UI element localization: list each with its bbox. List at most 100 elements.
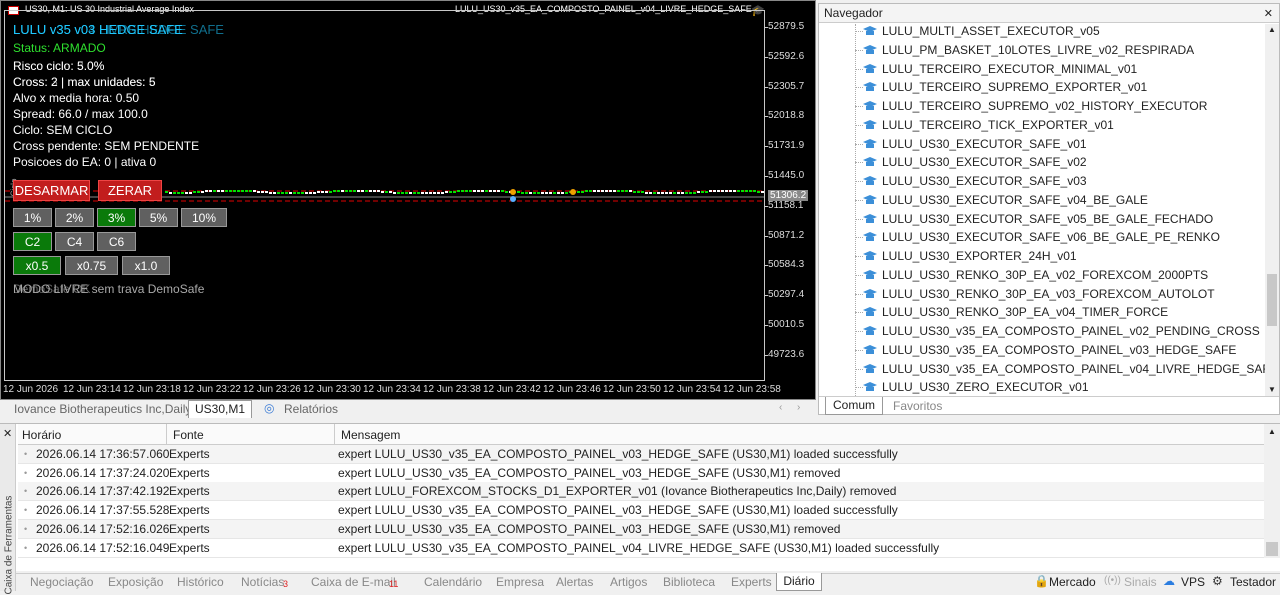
navigator-item[interactable]: LULU_US30_v35_EA_COMPOSTO_PAINEL_v02_PEN… — [855, 322, 1260, 341]
tab-scroll-right-icon[interactable]: › — [797, 402, 800, 413]
log-row[interactable]: • 2026.06.14 17:37:42.192 Experts expert LU… — [18, 482, 1264, 502]
panel-mode-overlap: DemoSafe OK — [13, 282, 91, 296]
navigator-item[interactable]: LULU_US30_v35_EA_COMPOSTO_PAINEL_v03_HED… — [855, 341, 1236, 360]
tab-experts[interactable]: Experts — [731, 575, 772, 589]
log-row[interactable]: • 2026.06.14 17:52:16.026 Experts expert LU… — [18, 519, 1264, 539]
navigator-item[interactable]: LULU_TERCEIRO_SUPREMO_v02_HISTORY_EXECUT… — [855, 97, 1207, 116]
tab-biblioteca[interactable]: Biblioteca — [663, 575, 715, 589]
candle — [545, 192, 548, 194]
log-scrollbar[interactable]: ▲ — [1264, 424, 1280, 558]
candle — [541, 192, 544, 194]
tab-exposicao[interactable]: Exposição — [108, 575, 163, 589]
log-scroll-thumb[interactable] — [1266, 542, 1278, 556]
navigator-item[interactable]: LULU_TERCEIRO_EXECUTOR_MINIMAL_v01 — [855, 60, 1137, 79]
navigator-item[interactable]: LULU_MULTI_ASSET_EXECUTOR_v05 — [855, 22, 1100, 41]
tab-calendario[interactable]: Calendário — [424, 575, 482, 589]
expert-hat-icon — [863, 305, 877, 317]
zero-button[interactable]: ZERAR — [98, 180, 162, 201]
candle — [673, 192, 676, 194]
status-tester[interactable]: Testador — [1230, 575, 1276, 589]
mult-x10-button[interactable]: x1.0 — [122, 256, 170, 275]
risk-1-button[interactable]: 1% — [13, 208, 52, 227]
col-time[interactable]: Horário — [22, 428, 61, 442]
tab-noticias[interactable]: Notícias — [241, 575, 284, 589]
time-label: 12 Jun 23:50 — [603, 384, 661, 395]
mult-x075-button[interactable]: x0.75 — [65, 256, 118, 275]
status-market[interactable]: Mercado — [1049, 575, 1096, 589]
navigator-item[interactable]: LULU_US30_RENKO_30P_EA_v04_TIMER_FORCE — [855, 303, 1168, 322]
navigator-item[interactable]: LULU_US30_EXECUTOR_SAFE_v05_BE_GALE_FECH… — [855, 210, 1213, 229]
col-message[interactable]: Mensagem — [334, 424, 400, 445]
candle — [561, 192, 564, 194]
candle — [377, 190, 380, 192]
log-row[interactable]: • 2026.06.14 17:37:24.020 Experts expert LU… — [18, 463, 1264, 483]
scroll-up-icon[interactable]: ▲ — [1268, 25, 1276, 34]
navigator-item[interactable]: LULU_TERCEIRO_TICK_EXPORTER_v01 — [855, 116, 1114, 135]
status-vps[interactable]: VPS — [1181, 575, 1205, 589]
navigator-close-icon[interactable]: ✕ — [1264, 5, 1273, 23]
candle — [225, 190, 228, 192]
tab-comum[interactable]: Comum — [825, 397, 883, 415]
tab-mail[interactable]: Caixa de E-mail — [311, 575, 396, 589]
cross-c2-button[interactable]: C2 — [13, 232, 52, 251]
log-row[interactable]: • 2026.06.14 17:36:57.060 Experts expert LU… — [18, 445, 1264, 464]
tab-scroll-left-icon[interactable]: ‹ — [779, 402, 782, 413]
candle — [689, 192, 692, 194]
risk-3-button[interactable]: 3% — [97, 208, 136, 227]
tab-us30-m1[interactable]: US30,M1 — [188, 400, 252, 418]
price-label: 52305.7 — [768, 80, 805, 92]
mult-x05-button[interactable]: x0.5 — [13, 256, 61, 275]
chart-window[interactable]: US30, M1: US 30 Industrial Average Index… — [0, 0, 816, 400]
tab-alertas[interactable]: Alertas — [556, 575, 593, 589]
risk-2-button[interactable]: 2% — [55, 208, 94, 227]
candle — [193, 191, 196, 193]
tab-favoritos[interactable]: Favoritos — [893, 399, 942, 413]
candle — [229, 190, 232, 192]
navigator-item[interactable]: LULU_US30_ZERO_EXECUTOR_v01 — [855, 378, 1089, 397]
navigator-item[interactable]: LULU_US30_EXECUTOR_SAFE_v01 — [855, 135, 1087, 154]
navigator-item[interactable]: LULU_US30_EXPORTER_24H_v01 — [855, 247, 1077, 266]
candle — [553, 192, 556, 194]
col-source[interactable]: Fonte — [166, 424, 204, 445]
cross-c4-button[interactable]: C4 — [55, 232, 94, 251]
toolbox-close-icon[interactable]: ✕ — [3, 427, 12, 440]
tab-iovance-daily[interactable]: Iovance Biotherapeutics Inc,Daily — [14, 402, 191, 416]
disarm-button[interactable]: DESARMAR — [13, 180, 90, 201]
tab-empresa[interactable]: Empresa — [496, 575, 544, 589]
candle — [525, 192, 528, 194]
tree-line — [855, 24, 856, 396]
navigator-item[interactable]: LULU_US30_RENKO_30P_EA_v02_FOREXCOM_2000… — [855, 266, 1208, 285]
log-row[interactable]: • 2026.06.14 17:37:55.528 Experts expert LU… — [18, 501, 1264, 521]
navigator-item[interactable]: LULU_US30_EXECUTOR_SAFE_v04_BE_GALE — [855, 191, 1148, 210]
navigator-item[interactable]: LULU_US30_EXECUTOR_SAFE_v03 — [855, 172, 1087, 191]
tab-reports[interactable]: Relatórios — [284, 402, 338, 416]
candle — [297, 192, 300, 194]
log-scroll-up-icon[interactable]: ▲ — [1268, 427, 1276, 436]
risk-10-button[interactable]: 10% — [181, 208, 227, 227]
navigator-item[interactable]: LULU_TERCEIRO_SUPREMO_EXPORTER_v01 — [855, 78, 1147, 97]
navigator-item[interactable]: LULU_PM_BASKET_10LOTES_LIVRE_v02_RESPIRA… — [855, 41, 1194, 60]
candle — [341, 190, 344, 192]
candle — [245, 190, 248, 192]
tab-negociacao[interactable]: Negociação — [30, 575, 93, 589]
status-signals[interactable]: Sinais — [1124, 575, 1157, 589]
navigator-item[interactable]: LULU_US30_RENKO_30P_EA_v03_FOREXCOM_AUTO… — [855, 285, 1215, 304]
scroll-down-icon[interactable]: ▼ — [1268, 385, 1276, 394]
navigator-item[interactable]: LULU_US30_v35_EA_COMPOSTO_PAINEL_v04_LIV… — [855, 360, 1278, 379]
tab-historico[interactable]: Histórico — [177, 575, 224, 589]
price-label: 50584.3 — [768, 259, 805, 271]
time-label: 12 Jun 23:58 — [723, 384, 781, 395]
log-row[interactable]: • 2026.06.14 17:52:16.049 Experts expert LU… — [18, 538, 1264, 558]
navigator-scrollbar[interactable]: ▲ ▼ — [1265, 24, 1279, 396]
navigator-item[interactable]: LULU_US30_EXECUTOR_SAFE_v06_BE_GALE_PE_R… — [855, 228, 1220, 247]
log-dot-icon: • — [24, 523, 28, 534]
navigator-item[interactable]: LULU_US30_EXECUTOR_SAFE_v02 — [855, 153, 1087, 172]
risk-5-button[interactable]: 5% — [139, 208, 178, 227]
tab-diario[interactable]: Diário — [776, 573, 822, 591]
cross-c6-button[interactable]: C6 — [97, 232, 136, 251]
candle — [429, 192, 432, 194]
navigator-scroll-thumb[interactable] — [1267, 274, 1277, 326]
tab-artigos[interactable]: Artigos — [610, 575, 647, 589]
time-label: 12 Jun 23:26 — [243, 384, 301, 395]
candle — [185, 192, 188, 194]
